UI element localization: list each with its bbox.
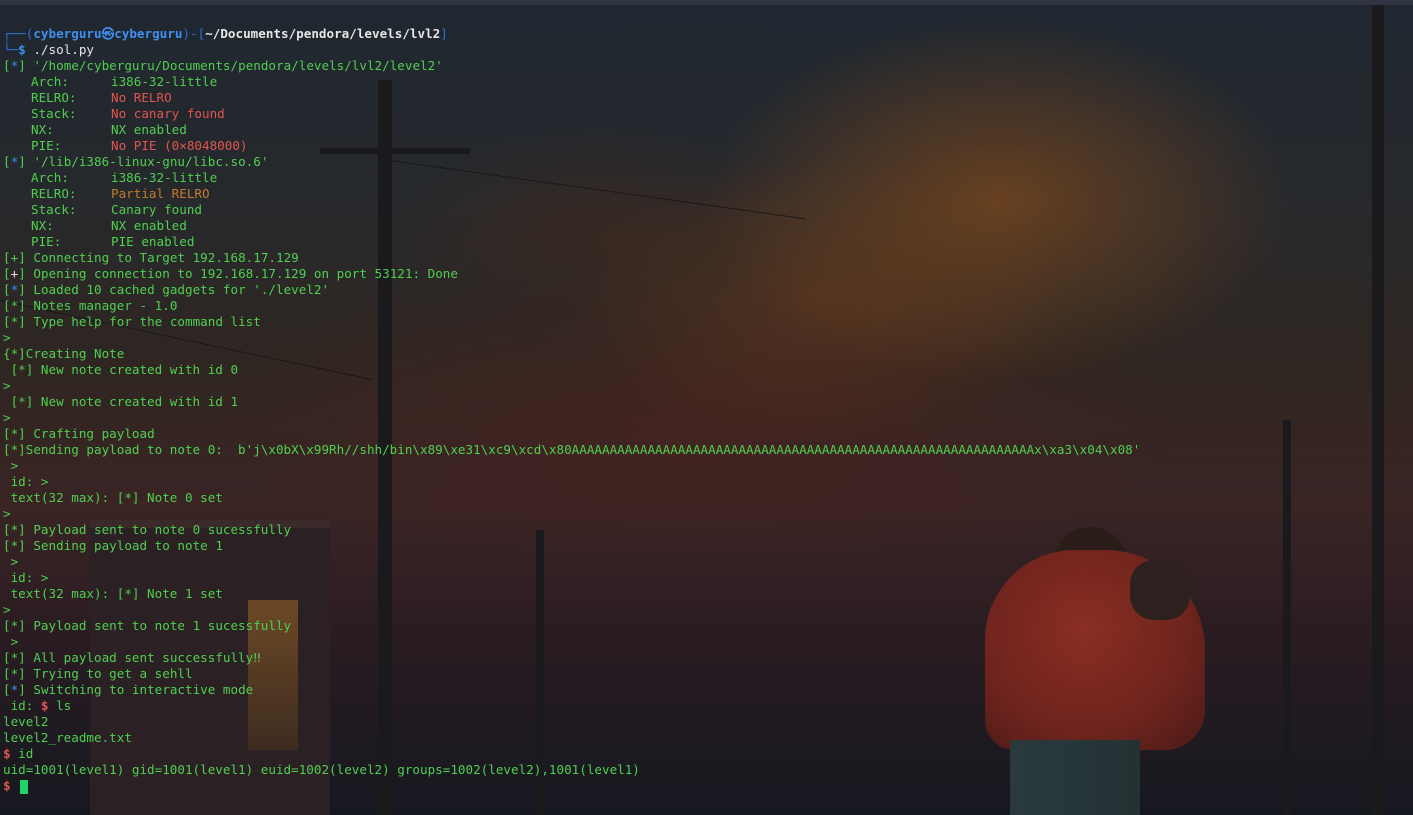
log-line: [+] Connecting to Target 192.168.17.129: [3, 250, 299, 265]
checksec-row: PIE: No PIE (0×8048000): [31, 138, 248, 153]
shell-command-line: id: $ ls: [3, 698, 72, 713]
log-line: text(32 max): [*] Note 1 set: [3, 586, 223, 601]
log-line: [*] New note created with id 0: [3, 362, 239, 377]
prompt-path: ~/Documents/pendora/levels/lvl2: [205, 26, 441, 41]
text-cursor: [20, 779, 29, 794]
log-line: {*]Creating Note: [3, 346, 125, 361]
log-line: [*] Payload sent to note 1 sucessfully: [3, 618, 292, 633]
prompt-user: cyberguru: [33, 26, 102, 41]
log-line: >: [3, 458, 19, 473]
log-line: [*] Crafting payload: [3, 426, 155, 441]
checksec-header: [*] '/lib/i386-linux-gnu/libc.so.6': [3, 154, 269, 169]
checksec-row: Stack: No canary found: [31, 106, 225, 121]
checksec-row: Arch: i386-32-little: [31, 74, 218, 89]
checksec-row: Arch: i386-32-little: [31, 170, 218, 185]
payload-line: [*]Sending payload to note 0: b'j\x0bX\x…: [3, 442, 1141, 457]
shell-input-line[interactable]: $: [0, 778, 1413, 794]
shell-command-line: $ id: [3, 746, 34, 761]
log-line: [*] Loaded 10 cached gadgets for './leve…: [3, 282, 330, 297]
log-line: [*] Notes manager - 1.0: [3, 298, 178, 313]
log-line: [*] All payload sent successfully‼: [3, 650, 261, 665]
checksec-row: RELRO: No RELRO: [31, 90, 172, 105]
binary-path: '/home/cyberguru/Documents/pendora/level…: [33, 58, 443, 73]
binary-path: '/lib/i386-linux-gnu/libc.so.6': [33, 154, 269, 169]
log-line: >: [3, 506, 11, 521]
log-line: >: [3, 378, 11, 393]
prompt-command: ./sol.py: [33, 42, 95, 57]
log-line: >: [3, 554, 19, 569]
window-top-bar: [0, 0, 1413, 5]
log-line: [*] Switching to interactive mode: [3, 682, 254, 697]
log-line: >: [3, 410, 11, 425]
log-line: >: [3, 634, 19, 649]
log-line: id: >: [3, 570, 49, 585]
log-line: [*] Sending payload to note 1: [3, 538, 223, 553]
log-line: [*] Type help for the command list: [3, 314, 261, 329]
shell-output-line: uid=1001(level1) gid=1001(level1) euid=1…: [3, 762, 640, 777]
checksec-header: [*] '/home/cyberguru/Documents/pendora/l…: [3, 58, 443, 73]
prompt-host: cyberguru: [114, 26, 183, 41]
shell-output-line: level2_readme.txt: [3, 730, 132, 745]
log-line: >: [3, 330, 11, 345]
checksec-row: RELRO: Partial RELRO: [31, 186, 210, 201]
log-line: >: [3, 602, 11, 617]
log-line: id: >: [3, 474, 49, 489]
shell-output-line: level2: [3, 714, 49, 729]
checksec-row: NX: NX enabled: [31, 218, 187, 233]
prompt-header: ┌──(cyberguru㉿cyberguru)-[~/Documents/pe…: [3, 26, 448, 41]
log-line: [*] Trying to get a sehll: [3, 666, 193, 681]
skull-icon: ㉿: [101, 26, 115, 41]
log-line: text(32 max): [*] Note 0 set: [3, 490, 223, 505]
prompt-command-line: └─$ ./sol.py: [3, 42, 95, 57]
checksec-row: NX: NX enabled: [31, 122, 187, 137]
log-line: [*] New note created with id 1: [3, 394, 239, 409]
checksec-row: Stack: Canary found: [31, 202, 202, 217]
log-line: [*] Payload sent to note 0 sucessfully: [3, 522, 292, 537]
terminal-output[interactable]: ┌──(cyberguru㉿cyberguru)-[~/Documents/pe…: [0, 26, 1413, 815]
checksec-row: PIE: PIE enabled: [31, 234, 195, 249]
log-line: [+] Opening connection to 192.168.17.129…: [3, 266, 458, 281]
